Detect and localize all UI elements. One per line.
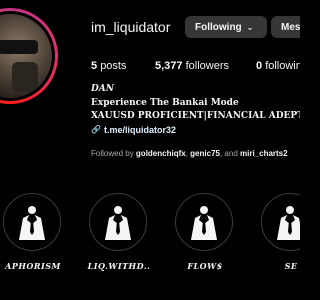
following-button-label: Following	[195, 21, 242, 33]
followed-by-user: genic75	[190, 149, 220, 158]
avatar-photo	[0, 14, 52, 98]
followed-by-prefix: Followed by	[91, 149, 134, 158]
suit-tie-icon	[277, 206, 300, 240]
profile-page: im_liquidator Following ⌄ Mes 5 posts 5,…	[0, 0, 300, 300]
separator: , and	[219, 149, 238, 158]
bio-link[interactable]: 🔗 t.me/liquidator32	[91, 123, 300, 137]
following-label: followin	[265, 60, 300, 72]
story-highlight[interactable]: APHORISM	[3, 193, 63, 279]
story-highlight[interactable]: SE	[261, 193, 300, 279]
following-stat[interactable]: 0 followin	[256, 60, 300, 72]
bio-line: Experience The Bankai Mode	[91, 98, 239, 108]
followers-count: 5,377	[155, 60, 183, 72]
chevron-down-icon: ⌄	[246, 22, 254, 32]
display-name: DAN	[91, 84, 115, 94]
message-button-label: Mes	[281, 21, 300, 33]
suit-tie-icon	[105, 206, 131, 240]
bio-line: XAUUSD PROFICIENT|FINANCIAL ADEPT	[91, 111, 300, 121]
followed-by-user: goldenchiqfx	[135, 149, 186, 158]
highlight-cover	[175, 193, 233, 251]
bio: DAN Experience The Bankai Mode XAUUSD PR…	[91, 84, 300, 137]
bio-link-text: t.me/liquidator32	[103, 125, 176, 135]
following-button[interactable]: Following ⌄	[185, 16, 267, 38]
suit-tie-icon	[19, 206, 45, 240]
highlight-label: APHORISM	[5, 261, 61, 271]
highlight-label: SE	[284, 261, 298, 271]
posts-label: posts	[100, 60, 127, 72]
followed-by-user: miri_charts2	[240, 149, 288, 158]
highlight-label: FLOW$	[187, 261, 223, 271]
followers-label: followers	[185, 60, 229, 72]
posts-count: 5	[91, 60, 98, 72]
message-button[interactable]: Mes	[271, 16, 300, 38]
highlight-cover	[89, 193, 147, 251]
followers-stat[interactable]: 5,377 followers	[155, 60, 229, 72]
following-count: 0	[256, 60, 263, 72]
highlight-cover	[261, 193, 300, 251]
avatar[interactable]	[0, 8, 58, 104]
highlight-cover	[3, 193, 61, 251]
story-highlight[interactable]: LIQ.WITHD..	[88, 193, 150, 279]
username: im_liquidator	[91, 19, 171, 35]
posts-stat: 5 posts	[91, 60, 126, 72]
separator: ,	[185, 149, 188, 158]
suit-tie-icon	[191, 206, 217, 240]
story-highlight[interactable]: FLOW$	[175, 193, 235, 279]
followed-by[interactable]: Followed by goldenchiqfx, genic75, and m…	[91, 149, 288, 158]
highlight-label: LIQ.WITHD..	[87, 261, 151, 271]
link-icon: 🔗	[91, 125, 101, 134]
